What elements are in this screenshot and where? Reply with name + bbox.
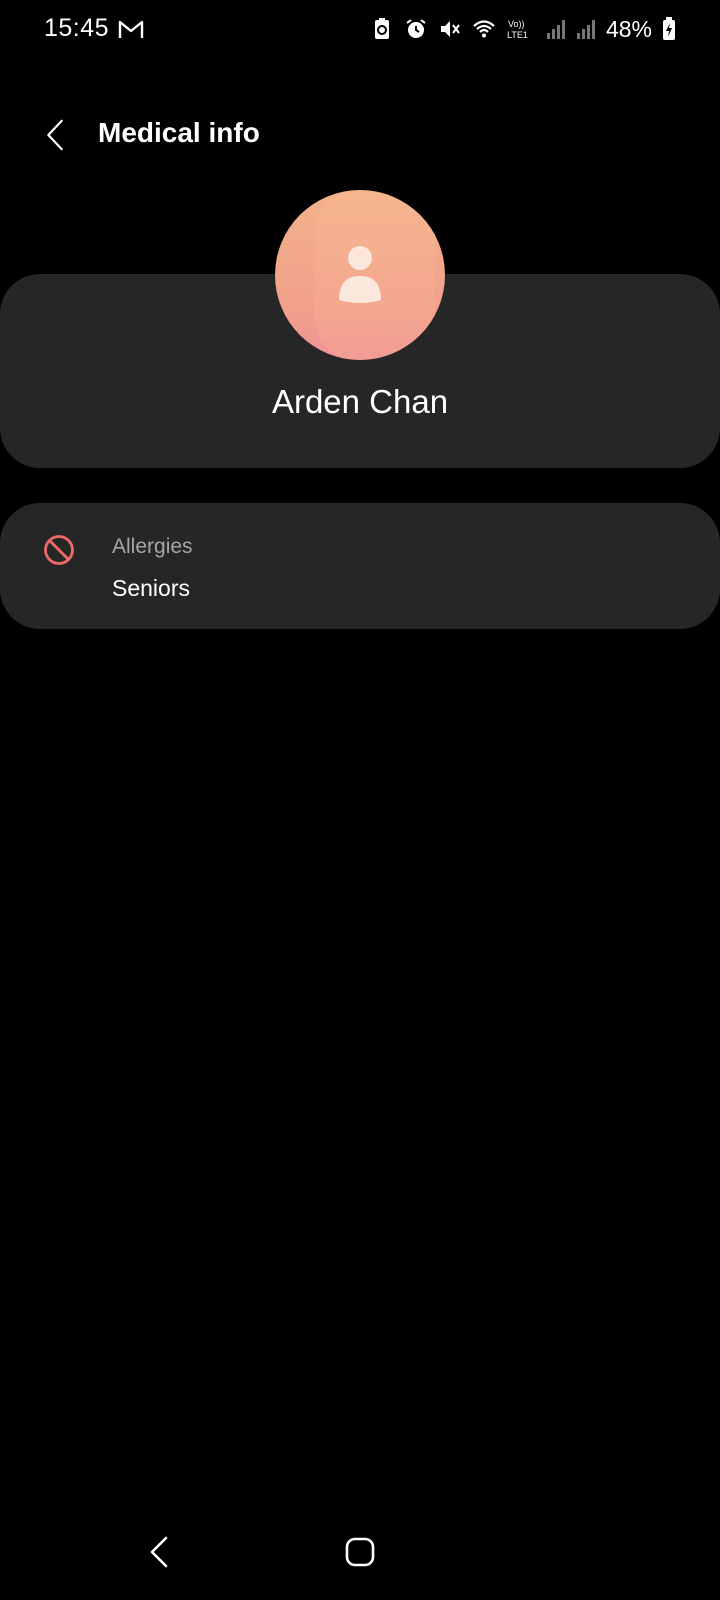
signal-icon-2 bbox=[576, 17, 596, 41]
svg-text:Vo)): Vo)) bbox=[508, 19, 525, 29]
avatar[interactable] bbox=[275, 190, 445, 360]
status-icons: Vo)) LTE1 48% bbox=[370, 14, 676, 44]
alarm-icon bbox=[404, 17, 428, 41]
battery-saver-icon bbox=[370, 17, 394, 41]
chevron-left-icon bbox=[47, 119, 63, 151]
volte-lte-icon: Vo)) LTE1 bbox=[506, 17, 536, 41]
status-bar: 15:45 Vo)) LTE1 48% bbox=[0, 0, 720, 60]
signal-icon bbox=[546, 17, 566, 41]
mute-icon bbox=[438, 17, 462, 41]
person-icon bbox=[339, 246, 381, 303]
battery-charging-icon bbox=[662, 17, 676, 41]
page-title: Medical info bbox=[98, 117, 260, 148]
nav-home-icon bbox=[345, 1537, 375, 1567]
allergies-label: Allergies bbox=[112, 535, 193, 558]
navigation-bar bbox=[0, 1510, 720, 1600]
nav-back-button[interactable] bbox=[140, 1530, 180, 1574]
nav-home-button[interactable] bbox=[340, 1530, 380, 1574]
nav-back-icon bbox=[150, 1536, 168, 1568]
status-time: 15:45 bbox=[44, 14, 110, 42]
no-entry-icon bbox=[44, 535, 74, 565]
battery-percent: 48% bbox=[605, 15, 652, 42]
gmail-icon bbox=[118, 18, 144, 40]
allergies-card[interactable]: Allergies Seniors bbox=[0, 503, 720, 629]
allergies-value: Seniors bbox=[112, 575, 190, 601]
profile-name: Arden Chan bbox=[271, 383, 449, 420]
svg-text:LTE1: LTE1 bbox=[507, 30, 528, 40]
wifi-icon bbox=[472, 17, 496, 41]
app-bar: Medical info bbox=[0, 100, 720, 170]
back-button[interactable] bbox=[30, 110, 80, 160]
